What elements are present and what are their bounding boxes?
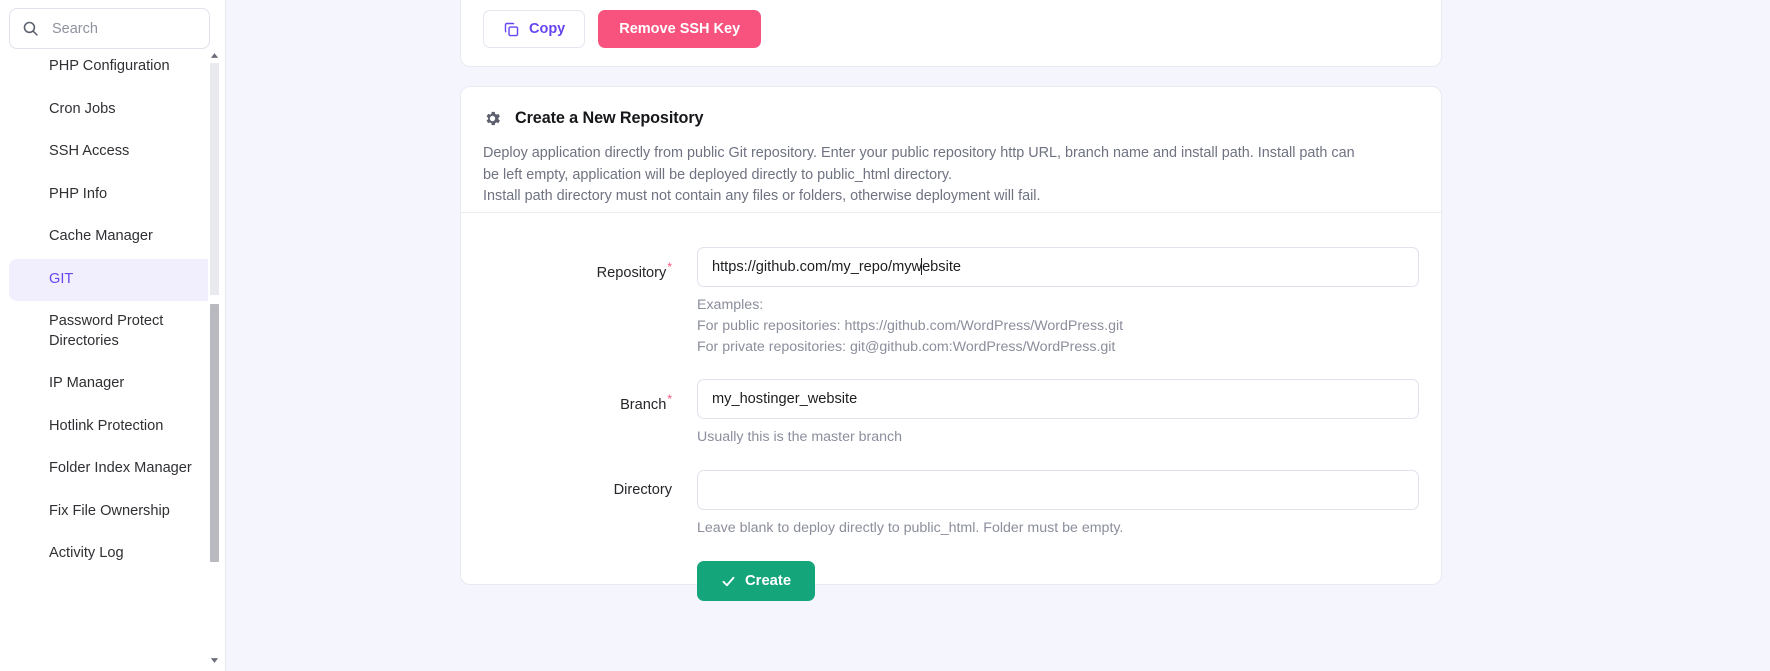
sidebar-item-label: GIT: [49, 270, 73, 290]
sidebar-item-git[interactable]: GIT: [9, 259, 217, 302]
sidebar-item-label: Hotlink Protection: [49, 417, 163, 437]
sidebar-item-label: IP Manager: [49, 374, 124, 394]
sidebar-nav: PHP Configuration Cron Jobs SSH Access P…: [0, 46, 226, 576]
required-asterisk: *: [667, 260, 672, 274]
create-repository-form: Repository* Examples: For public reposit…: [461, 213, 1441, 601]
gear-icon: [483, 109, 502, 128]
sidebar-item-php-info[interactable]: PHP Info: [9, 174, 217, 217]
directory-control: Leave blank to deploy directly to public…: [697, 470, 1441, 539]
create-button-label: Create: [745, 573, 791, 589]
sidebar-item-hotlink-protection[interactable]: Hotlink Protection: [9, 406, 217, 449]
sidebar-item-password-protect-directories[interactable]: Password Protect Directories: [9, 301, 217, 363]
remove-ssh-key-button[interactable]: Remove SSH Key: [598, 10, 761, 48]
repository-card-header: Create a New Repository Deploy applicati…: [461, 87, 1441, 208]
branch-label-text: Branch: [620, 397, 666, 413]
field-row-repository: Repository* Examples: For public reposit…: [461, 213, 1441, 358]
sidebar-item-label: Folder Index Manager: [49, 459, 192, 479]
ssh-key-card: Copy Remove SSH Key: [460, 0, 1442, 67]
sidebar-item-cron-jobs[interactable]: Cron Jobs: [9, 89, 217, 132]
directory-input[interactable]: [697, 470, 1419, 510]
page-title: Create a New Repository: [515, 109, 703, 128]
sidebar-item-label: Cache Manager: [49, 227, 153, 247]
create-repository-card: Create a New Repository Deploy applicati…: [460, 86, 1442, 585]
branch-label: Branch*: [461, 379, 697, 425]
sidebar-item-activity-log[interactable]: Activity Log: [9, 533, 217, 576]
search-box[interactable]: [9, 8, 210, 49]
directory-label-text: Directory: [614, 482, 672, 498]
repository-label: Repository*: [461, 247, 697, 293]
repository-hint-line-1: Examples:: [697, 295, 1419, 316]
branch-hint: Usually this is the master branch: [697, 427, 1419, 448]
triangle-down-icon[interactable]: [208, 654, 221, 667]
repository-description-line-2: application will be deployed directly to…: [572, 167, 952, 183]
sidebar-item-fix-file-ownership[interactable]: Fix File Ownership: [9, 491, 217, 534]
main-content: Copy Remove SSH Key Create a New Reposit…: [226, 0, 1770, 671]
sidebar-item-label: PHP Configuration: [49, 57, 170, 77]
sidebar: PHP Configuration Cron Jobs SSH Access P…: [0, 0, 226, 671]
repository-description-line-3: Install path directory must not contain …: [483, 188, 1041, 204]
repository-title-row: Create a New Repository: [483, 109, 1419, 128]
text-caret: [921, 258, 922, 275]
scrollbar-thumb[interactable]: [210, 304, 219, 562]
create-button-row: Create: [461, 539, 1441, 601]
branch-control: Usually this is the master branch: [697, 379, 1441, 448]
sidebar-item-folder-index-manager[interactable]: Folder Index Manager: [9, 448, 217, 491]
ssh-key-actions: Copy Remove SSH Key: [483, 10, 761, 48]
sidebar-item-label: Fix File Ownership: [49, 502, 170, 522]
repository-hint: Examples: For public repositories: https…: [697, 295, 1419, 358]
sidebar-item-ssh-access[interactable]: SSH Access: [9, 131, 217, 174]
sidebar-item-label: SSH Access: [49, 142, 129, 162]
copy-button[interactable]: Copy: [483, 10, 585, 48]
repository-hint-line-3: For private repositories: git@github.com…: [697, 337, 1419, 358]
sidebar-item-php-configuration[interactable]: PHP Configuration: [9, 46, 217, 89]
sidebar-item-label: Password Protect Directories: [49, 312, 195, 351]
directory-hint: Leave blank to deploy directly to public…: [697, 518, 1419, 539]
app-root: PHP Configuration Cron Jobs SSH Access P…: [0, 0, 1770, 671]
sidebar-item-label: Cron Jobs: [49, 100, 116, 120]
sidebar-item-label: PHP Info: [49, 185, 107, 205]
repository-control: Examples: For public repositories: https…: [697, 247, 1441, 358]
repository-label-text: Repository: [597, 265, 667, 281]
search-icon: [22, 20, 39, 37]
sidebar-scrollbar[interactable]: [208, 49, 221, 667]
scrollbar-track-upper: [210, 63, 219, 295]
sidebar-item-ip-manager[interactable]: IP Manager: [9, 363, 217, 406]
sidebar-item-label: Activity Log: [49, 544, 124, 564]
sidebar-item-cache-manager[interactable]: Cache Manager: [9, 216, 217, 259]
required-asterisk: *: [667, 392, 672, 406]
directory-hint-line-1: Leave blank to deploy directly to public…: [697, 518, 1419, 539]
repository-input[interactable]: [697, 247, 1419, 287]
search-input[interactable]: [50, 20, 190, 38]
create-button[interactable]: Create: [697, 561, 815, 601]
field-row-directory: Directory Leave blank to deploy directly…: [461, 448, 1441, 539]
directory-label: Directory: [461, 470, 697, 510]
repository-hint-line-2: For public repositories: https://github.…: [697, 316, 1419, 337]
remove-ssh-key-label: Remove SSH Key: [619, 21, 740, 37]
branch-input[interactable]: [697, 379, 1419, 419]
copy-icon: [503, 21, 520, 38]
triangle-up-icon[interactable]: [208, 49, 221, 62]
repository-description: Deploy application directly from public …: [483, 143, 1373, 208]
copy-button-label: Copy: [529, 21, 565, 37]
branch-hint-line-1: Usually this is the master branch: [697, 427, 1419, 448]
field-row-branch: Branch* Usually this is the master branc…: [461, 358, 1441, 448]
sidebar-nav-scroll[interactable]: PHP Configuration Cron Jobs SSH Access P…: [0, 46, 226, 671]
check-icon: [721, 574, 736, 589]
